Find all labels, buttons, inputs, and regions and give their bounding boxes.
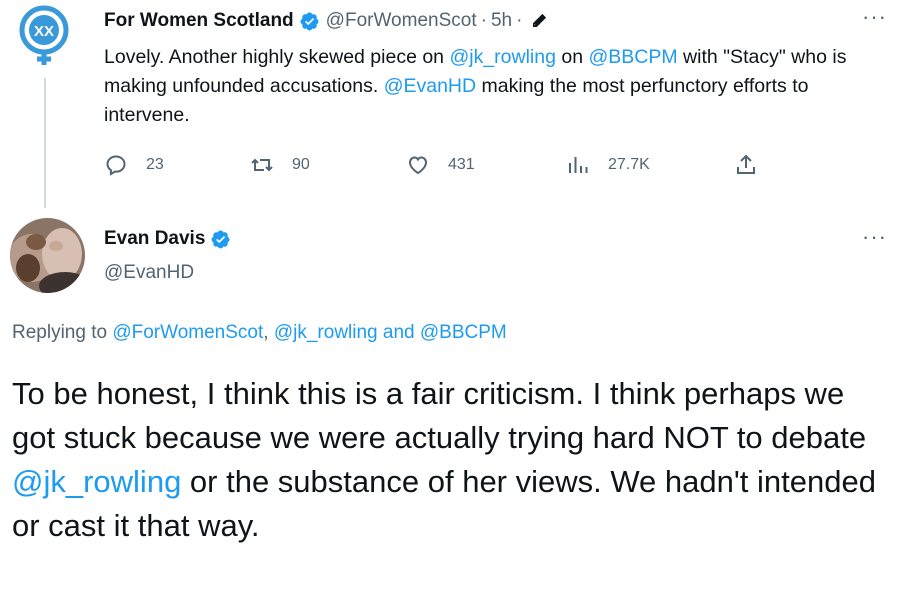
mention-forwomenscot[interactable]: @ForWomenScot: [112, 322, 263, 343]
replying-to-line: Replying to @ForWomenScot, @jk_rowling a…: [12, 322, 507, 344]
tweet1-handle[interactable]: @ForWomenScot: [326, 10, 477, 32]
replying-comma: ,: [263, 322, 274, 343]
tweet2-text: To be honest, I think this is a fair cri…: [12, 372, 892, 548]
mention-jk-rowling[interactable]: @jk_rowling: [274, 322, 378, 343]
reply-icon: [106, 155, 126, 176]
verified-badge-icon: [211, 230, 230, 248]
tweet1-action-bar: 23 90 431 27.7K: [104, 153, 784, 183]
views-count: 27.7K: [608, 156, 650, 173]
separator-dot: ·: [516, 10, 523, 31]
women-symbol-xx-logo-icon: XX: [19, 5, 69, 65]
views-button[interactable]: 27.7K: [566, 153, 650, 177]
replying-to-label: Replying to: [12, 322, 113, 343]
thread-connector-line: [44, 78, 46, 208]
tweet1-more-dots-icon[interactable]: ···: [862, 6, 887, 28]
heart-icon: [408, 156, 428, 175]
tweet2-text-part: To be honest, I think this is a fair cri…: [12, 376, 867, 455]
views-icon: [569, 157, 588, 173]
mention-jk-rowling[interactable]: @jk_rowling: [449, 46, 556, 68]
avatar-evan-davis[interactable]: [10, 218, 85, 293]
svg-text:XX: XX: [34, 23, 54, 40]
like-count: 431: [448, 156, 475, 173]
verified-badge-icon: [300, 12, 319, 30]
tweet1-text: Lovely. Another highly skewed piece on @…: [104, 43, 874, 130]
replying-and: and: [377, 322, 420, 343]
profile-photo-image: [10, 218, 85, 293]
tweet1-timestamp[interactable]: 5h: [491, 10, 512, 32]
mention-evanhd[interactable]: @EvanHD: [384, 75, 476, 97]
tweet2-header: Evan Davis: [104, 228, 237, 250]
retweet-button[interactable]: 90: [250, 153, 310, 177]
tweet2-more-dots-icon[interactable]: ···: [862, 226, 887, 248]
tweet1-header: For Women Scotland @ForWomenScot · 5h ·: [104, 10, 548, 32]
reply-count: 23: [146, 156, 164, 173]
mention-bbcpm[interactable]: @BBCPM: [588, 46, 677, 68]
retweet-count: 90: [292, 156, 310, 173]
tweet2-display-name[interactable]: Evan Davis: [104, 228, 205, 250]
mention-jk-rowling[interactable]: @jk_rowling: [12, 464, 181, 499]
reply-button[interactable]: 23: [104, 153, 164, 177]
tweet1-text-part: on: [555, 46, 589, 68]
mention-jk-rowling-and[interactable]: @jk_rowling and: [274, 322, 420, 343]
mention-bbcpm[interactable]: @BBCPM: [420, 322, 507, 343]
pen-icon[interactable]: [530, 12, 548, 30]
share-icon: [737, 154, 755, 174]
avatar-for-women-scotland[interactable]: XX: [13, 3, 75, 65]
tweet1-display-name[interactable]: For Women Scotland: [104, 10, 294, 32]
tweet1-text-part: Lovely. Another highly skewed piece on: [104, 46, 450, 68]
retweet-icon: [251, 158, 273, 172]
separator-dot: ·: [480, 10, 487, 31]
share-button[interactable]: [734, 153, 776, 177]
like-button[interactable]: 431: [406, 153, 475, 177]
tweet2-handle[interactable]: @EvanHD: [104, 262, 194, 284]
